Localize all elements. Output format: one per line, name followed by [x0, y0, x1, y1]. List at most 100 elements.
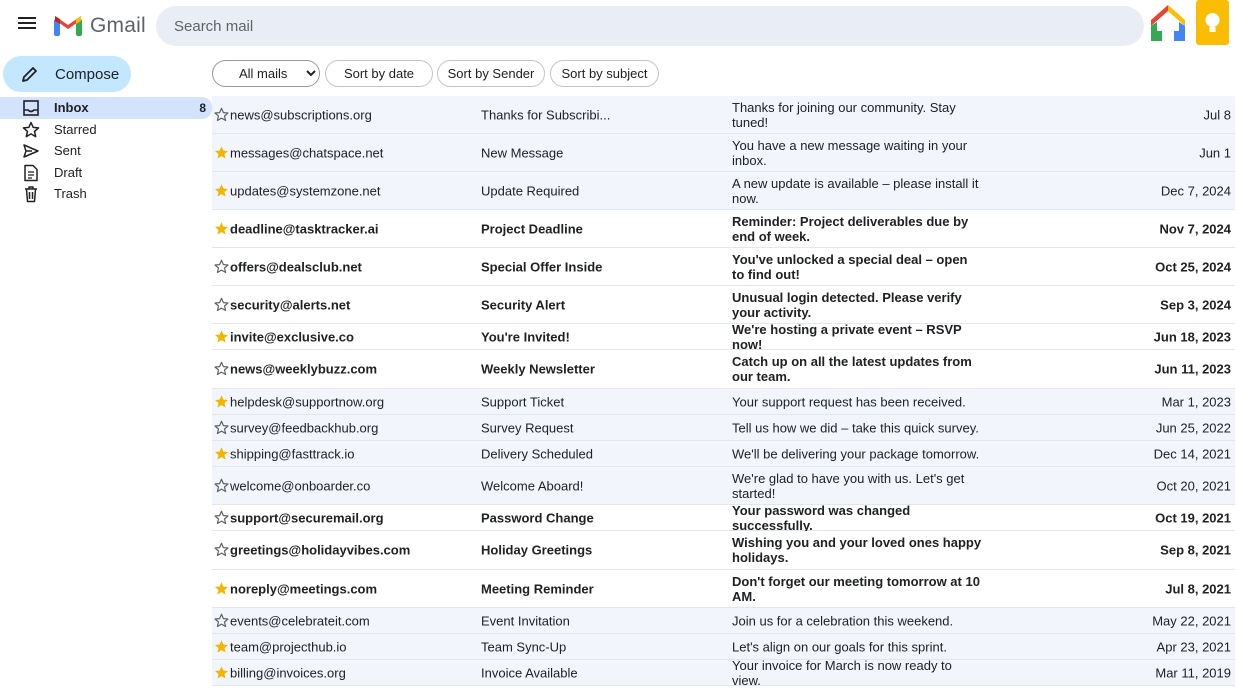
mail-row[interactable]: events@celebrateit.com Event Invitation Jo…: [212, 608, 1235, 634]
mail-snippet: We're glad to have you with us. Let's ge…: [732, 470, 965, 501]
mail-date: Oct 19, 2021: [1155, 510, 1231, 525]
mail-date: Nov 7, 2024: [1159, 221, 1231, 236]
google-keep-app-icon[interactable]: [1196, 0, 1229, 45]
mail-sender: shipping@fasttrack.io: [230, 446, 355, 461]
sort-by-sender-button[interactable]: Sort by Sender: [437, 60, 545, 87]
main-menu-button[interactable]: [18, 14, 40, 36]
mail-row[interactable]: team@projecthub.io Team Sync-Up Let's alig…: [212, 634, 1235, 660]
mail-row[interactable]: welcome@onboarder.co Welcome Aboard! We're…: [212, 467, 1235, 505]
star-outline-icon[interactable]: [214, 361, 229, 376]
sidebar-item-draft[interactable]: Draft: [0, 162, 212, 184]
mail-subject: Thanks for Subscribi...: [481, 107, 611, 122]
mail-row[interactable]: invite@exclusive.co You're Invited! We're …: [212, 322, 1235, 352]
gmail-logo[interactable]: Gmail: [54, 14, 146, 38]
mail-date: Dec 14, 2021: [1153, 446, 1231, 461]
compose-button[interactable]: Compose: [3, 56, 131, 92]
mail-filter-select[interactable]: All mails: [212, 60, 320, 87]
mail-sender: support@securemail.org: [230, 510, 384, 525]
mail-subject: New Message: [481, 145, 564, 160]
menu-bar: [18, 17, 36, 19]
mail-snippet: You have a new message waiting in your i…: [732, 137, 968, 168]
home-icon: [1151, 5, 1185, 41]
mail-snippet: We'll be delivering your package tomorro…: [732, 446, 980, 461]
mail-row[interactable]: security@alerts.net Security Alert Unusual…: [212, 286, 1235, 324]
mail-snippet: Tell us how we did – take this quick sur…: [732, 420, 979, 435]
star-outline-icon[interactable]: [214, 613, 229, 628]
mail-row[interactable]: shipping@fasttrack.io Delivery Scheduled W…: [212, 441, 1235, 467]
mail-row[interactable]: updates@systemzone.net Update Required A n…: [212, 172, 1235, 210]
draft-icon: [24, 164, 38, 181]
sidebar-item-starred[interactable]: Starred: [0, 119, 212, 141]
mail-snippet: Your support request has been received.: [732, 394, 966, 409]
star-filled-icon[interactable]: [214, 446, 229, 461]
star-outline-icon[interactable]: [214, 510, 229, 525]
star-filled-icon[interactable]: [214, 581, 229, 596]
mail-snippet: Thanks for joining our community. Stay t…: [732, 99, 956, 130]
google-home-app-icon[interactable]: [1148, 2, 1188, 44]
mail-date: Jul 8, 2021: [1165, 581, 1231, 596]
mail-sender: news@subscriptions.org: [230, 107, 372, 122]
mail-date: Apr 23, 2021: [1156, 639, 1231, 654]
sidebar-item-sent[interactable]: Sent: [0, 140, 212, 162]
mail-row[interactable]: greetings@holidayvibes.com Holiday Greeti…: [212, 531, 1235, 570]
mail-sender: security@alerts.net: [230, 297, 351, 312]
star-outline-icon[interactable]: [214, 259, 229, 274]
sidebar-item-label: Starred: [54, 121, 97, 137]
star-outline-icon[interactable]: [214, 420, 229, 435]
mail-sender: updates@systemzone.net: [230, 183, 381, 198]
mail-subject: Password Change: [481, 510, 594, 525]
mail-list: news@subscriptions.org Thanks for Subscri…: [212, 96, 1235, 688]
mail-row[interactable]: messages@chatspace.net New Message You hav…: [212, 134, 1235, 172]
mail-date: Oct 25, 2024: [1155, 259, 1231, 274]
star-icon: [22, 121, 40, 137]
sidebar-item-inbox[interactable]: Inbox 8: [0, 97, 212, 119]
mail-row[interactable]: news@weeklybuzz.com Weekly Newsletter Catc…: [212, 350, 1235, 389]
mail-subject: You're Invited!: [481, 329, 570, 344]
app-name: Gmail: [90, 14, 146, 37]
pencil-icon: [22, 67, 37, 82]
mail-subject: Holiday Greetings: [481, 542, 593, 558]
star-filled-icon[interactable]: [214, 329, 229, 344]
mail-snippet: Unusual login detected. Please verify yo…: [732, 289, 962, 320]
star-filled-icon[interactable]: [214, 639, 229, 654]
star-outline-icon[interactable]: [214, 297, 229, 312]
mail-date: Jun 18, 2023: [1153, 329, 1231, 344]
mail-row[interactable]: support@securemail.org Password Change You…: [212, 503, 1235, 533]
mail-date: Mar 11, 2019: [1155, 665, 1231, 680]
search-input[interactable]: [156, 6, 1144, 46]
sort-by-subject-button[interactable]: Sort by subject: [550, 60, 659, 87]
mail-row[interactable]: helpdesk@supportnow.org Support Ticket You…: [212, 389, 1235, 415]
mail-row[interactable]: offers@dealsclub.net Special Offer Inside…: [212, 248, 1235, 286]
mail-subject: Survey Request: [481, 420, 574, 435]
mail-snippet: Catch up on all the latest updates from …: [732, 354, 972, 384]
mail-date: Oct 20, 2021: [1156, 478, 1231, 493]
star-outline-icon[interactable]: [214, 542, 229, 557]
mail-sender: greetings@holidayvibes.com: [230, 542, 411, 558]
star-filled-icon[interactable]: [214, 221, 229, 236]
gmail-m-icon: [54, 16, 82, 36]
star-filled-icon[interactable]: [214, 665, 229, 680]
mail-row[interactable]: news@subscriptions.org Thanks for Subscri…: [212, 96, 1235, 134]
mail-sender: survey@feedbackhub.org: [230, 420, 379, 435]
sidebar-item-trash[interactable]: Trash: [0, 183, 212, 205]
sidebar-item-label: Draft: [54, 164, 83, 180]
star-outline-icon[interactable]: [214, 107, 229, 122]
mail-row[interactable]: deadline@tasktracker.ai Project Deadline R…: [212, 210, 1235, 248]
mail-sender: team@projecthub.io: [230, 639, 347, 654]
star-outline-icon[interactable]: [214, 478, 229, 493]
mail-row[interactable]: noreply@meetings.com Meeting Reminder Don'…: [212, 570, 1235, 608]
mail-subject: Update Required: [481, 183, 580, 198]
mail-subject: Welcome Aboard!: [481, 478, 584, 493]
star-filled-icon[interactable]: [214, 183, 229, 198]
mail-date: Dec 7, 2024: [1160, 183, 1231, 198]
star-filled-icon[interactable]: [214, 394, 229, 409]
mail-snippet: A new update is available – please insta…: [732, 175, 979, 206]
mail-date: Sep 3, 2024: [1160, 297, 1231, 312]
star-filled-icon[interactable]: [214, 145, 229, 160]
mail-row[interactable]: billing@invoices.org Invoice Available You…: [212, 658, 1235, 688]
mail-sender: helpdesk@supportnow.org: [230, 394, 385, 409]
mail-sender: messages@chatspace.net: [230, 145, 384, 160]
send-icon: [23, 144, 39, 158]
sort-by-date-button[interactable]: Sort by date: [325, 60, 433, 87]
mail-row[interactable]: survey@feedbackhub.org Survey Request Tell…: [212, 415, 1235, 441]
